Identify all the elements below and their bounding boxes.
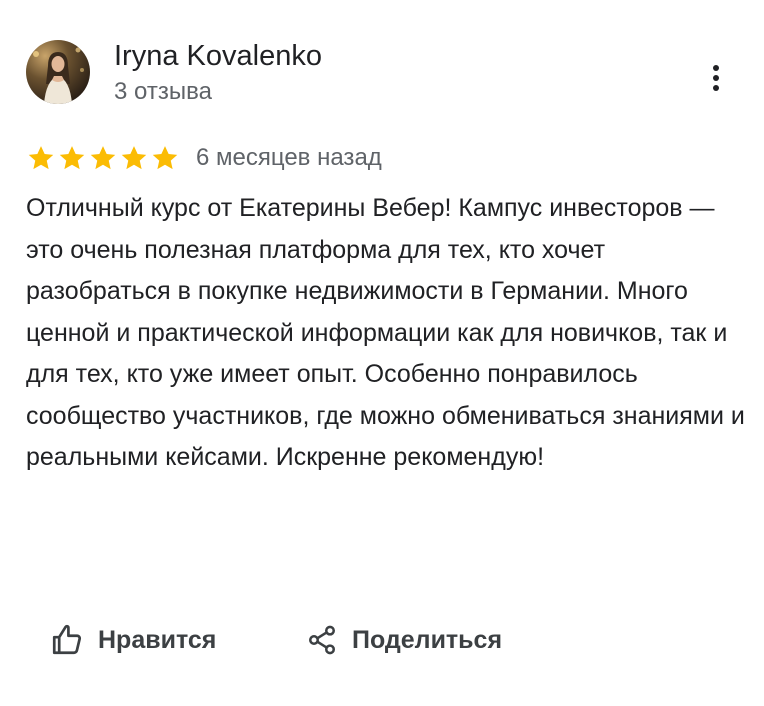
like-button[interactable]: Нравится <box>50 618 216 662</box>
review-text: Отличный курс от Екатерины Вебер! Кампус… <box>26 194 745 471</box>
star-icon <box>90 146 116 170</box>
star-rating <box>26 143 180 173</box>
more-vert-icon <box>713 65 719 91</box>
review-card: Iryna Kovalenko 3 отзыва 6 месяцев назад… <box>0 0 764 706</box>
share-button[interactable]: Поделиться <box>306 618 502 662</box>
share-label: Поделиться <box>352 625 503 654</box>
author-name[interactable]: Iryna Kovalenko <box>114 38 322 74</box>
star-icon <box>121 146 147 170</box>
star-icon <box>59 146 85 170</box>
more-options-button[interactable] <box>700 58 732 98</box>
rating-row: 6 месяцев назад <box>26 141 382 175</box>
like-label: Нравится <box>98 625 217 654</box>
star-icon <box>28 146 54 170</box>
avatar-photo <box>26 40 90 104</box>
avatar[interactable] <box>26 40 90 104</box>
thumb-up-icon <box>52 624 82 655</box>
review-count: 3 отзыва <box>114 78 212 105</box>
share-icon <box>309 625 335 655</box>
review-date: 6 месяцев назад <box>196 144 382 171</box>
star-icon <box>152 146 178 170</box>
